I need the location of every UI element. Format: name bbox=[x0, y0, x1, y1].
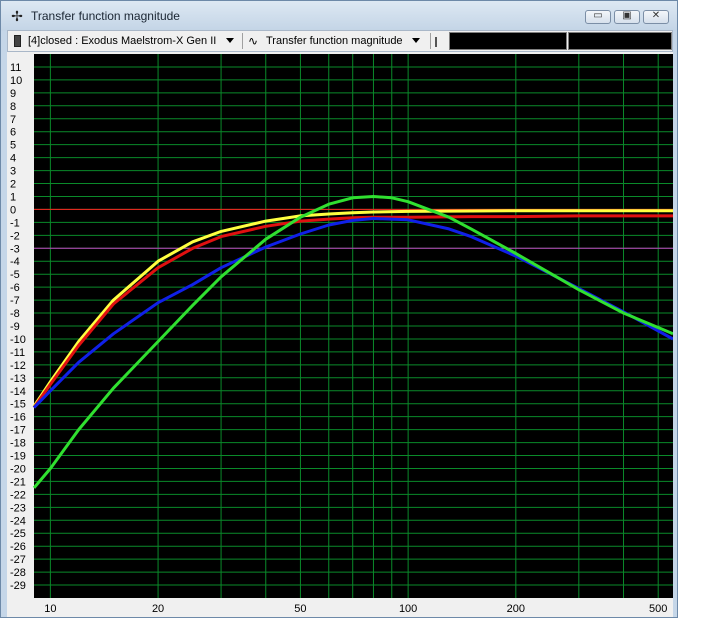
device-icon bbox=[14, 35, 21, 47]
y-tick-label: -19 bbox=[10, 451, 26, 463]
y-tick-label: 11 bbox=[10, 62, 21, 74]
y-tick-label: -3 bbox=[10, 243, 20, 255]
y-tick-label: 2 bbox=[10, 179, 16, 191]
grip-icon bbox=[435, 37, 437, 47]
y-tick-label: 10 bbox=[10, 75, 22, 87]
y-tick-label: -6 bbox=[10, 282, 20, 294]
x-tick-label: 50 bbox=[294, 603, 306, 615]
y-tick-label: -16 bbox=[10, 412, 26, 424]
waveform-icon: ∿ bbox=[248, 34, 259, 48]
y-tick-label: -15 bbox=[10, 399, 26, 411]
crosshair-icon: ✢ bbox=[11, 8, 23, 24]
y-tick-label: -4 bbox=[10, 256, 20, 268]
close-button[interactable]: ✕ bbox=[643, 10, 669, 24]
y-tick-label: -12 bbox=[10, 360, 26, 372]
chart-area: 11 10 9 8 7 6 5 4 3 2 1 0 -1 -2 -3 -4 -5 -6 -7 -8 -9 -10 -11 -1… bbox=[7, 52, 674, 617]
y-tick-label: 3 bbox=[10, 166, 16, 178]
device-label: [4]closed : Exodus Maelstrom-X Gen II bbox=[28, 35, 217, 47]
y-tick-label: -25 bbox=[10, 528, 26, 540]
toolbar: [4]closed : Exodus Maelstrom-X Gen II ∿ … bbox=[7, 30, 673, 52]
x-tick-label: 500 bbox=[649, 603, 667, 615]
y-tick-label: -2 bbox=[10, 230, 20, 242]
minimize-icon: ▭ bbox=[593, 10, 603, 21]
y-tick-label: -22 bbox=[10, 489, 26, 501]
y-tick-label: -1 bbox=[10, 217, 20, 229]
y-tick-label: -20 bbox=[10, 463, 26, 475]
view-label: Transfer function magnitude bbox=[266, 35, 403, 47]
y-tick-label: -8 bbox=[10, 308, 20, 320]
y-tick-label: -5 bbox=[10, 269, 20, 281]
x-tick-label: 20 bbox=[152, 603, 164, 615]
readout-box-1[interactable] bbox=[449, 32, 567, 50]
y-tick-label: -7 bbox=[10, 295, 20, 307]
y-tick-label: -14 bbox=[10, 386, 26, 398]
y-tick-label: -9 bbox=[10, 321, 20, 333]
y-tick-label: -26 bbox=[10, 541, 26, 553]
y-tick-label: -23 bbox=[10, 502, 26, 514]
y-tick-label: -11 bbox=[10, 347, 25, 359]
y-tick-label: 9 bbox=[10, 88, 16, 100]
x-tick-label: 200 bbox=[507, 603, 525, 615]
toolbar-separator bbox=[430, 33, 431, 49]
device-dropdown[interactable]: [4]closed : Exodus Maelstrom-X Gen II bbox=[10, 32, 238, 50]
chevron-down-icon bbox=[412, 38, 420, 43]
y-tick-label: 4 bbox=[10, 153, 16, 165]
close-icon: ✕ bbox=[651, 10, 661, 21]
y-tick-label: 1 bbox=[10, 191, 16, 203]
y-tick-label: -21 bbox=[10, 476, 26, 488]
y-tick-label: -28 bbox=[10, 567, 26, 579]
restore-button[interactable]: ▣ bbox=[614, 10, 640, 24]
y-tick-label: -13 bbox=[10, 373, 26, 385]
y-tick-label: 7 bbox=[10, 114, 16, 126]
y-tick-label: 0 bbox=[10, 204, 16, 216]
window-title: Transfer function magnitude bbox=[31, 9, 180, 23]
x-tick-label: 10 bbox=[44, 603, 56, 615]
x-tick-label: 100 bbox=[399, 603, 417, 615]
y-tick-label: -24 bbox=[10, 515, 26, 527]
minimize-button[interactable]: ▭ bbox=[585, 10, 611, 24]
y-tick-label: -29 bbox=[10, 580, 26, 592]
y-tick-label: -17 bbox=[10, 425, 26, 437]
y-tick-label: -18 bbox=[10, 438, 26, 450]
y-tick-label: 8 bbox=[10, 101, 16, 113]
y-tick-label: 6 bbox=[10, 127, 16, 139]
title-bar[interactable]: ✢ Transfer function magnitude ▭ ▣ ✕ bbox=[1, 1, 677, 31]
chevron-down-icon bbox=[226, 38, 234, 43]
y-tick-label: -27 bbox=[10, 554, 26, 566]
view-dropdown[interactable]: ∿ Transfer function magnitude bbox=[246, 32, 426, 50]
y-tick-label: -10 bbox=[10, 334, 26, 346]
transfer-function-window: ✢ Transfer function magnitude ▭ ▣ ✕ [4]c… bbox=[0, 0, 678, 618]
magnitude-chart[interactable]: 11109876543210-1-2-3-4-5-6-7-8-9-10-11-1… bbox=[7, 52, 674, 617]
y-tick-label: 5 bbox=[10, 140, 16, 152]
readout-box-2[interactable] bbox=[568, 32, 672, 50]
restore-icon: ▣ bbox=[622, 10, 632, 21]
toolbar-separator bbox=[242, 33, 243, 49]
